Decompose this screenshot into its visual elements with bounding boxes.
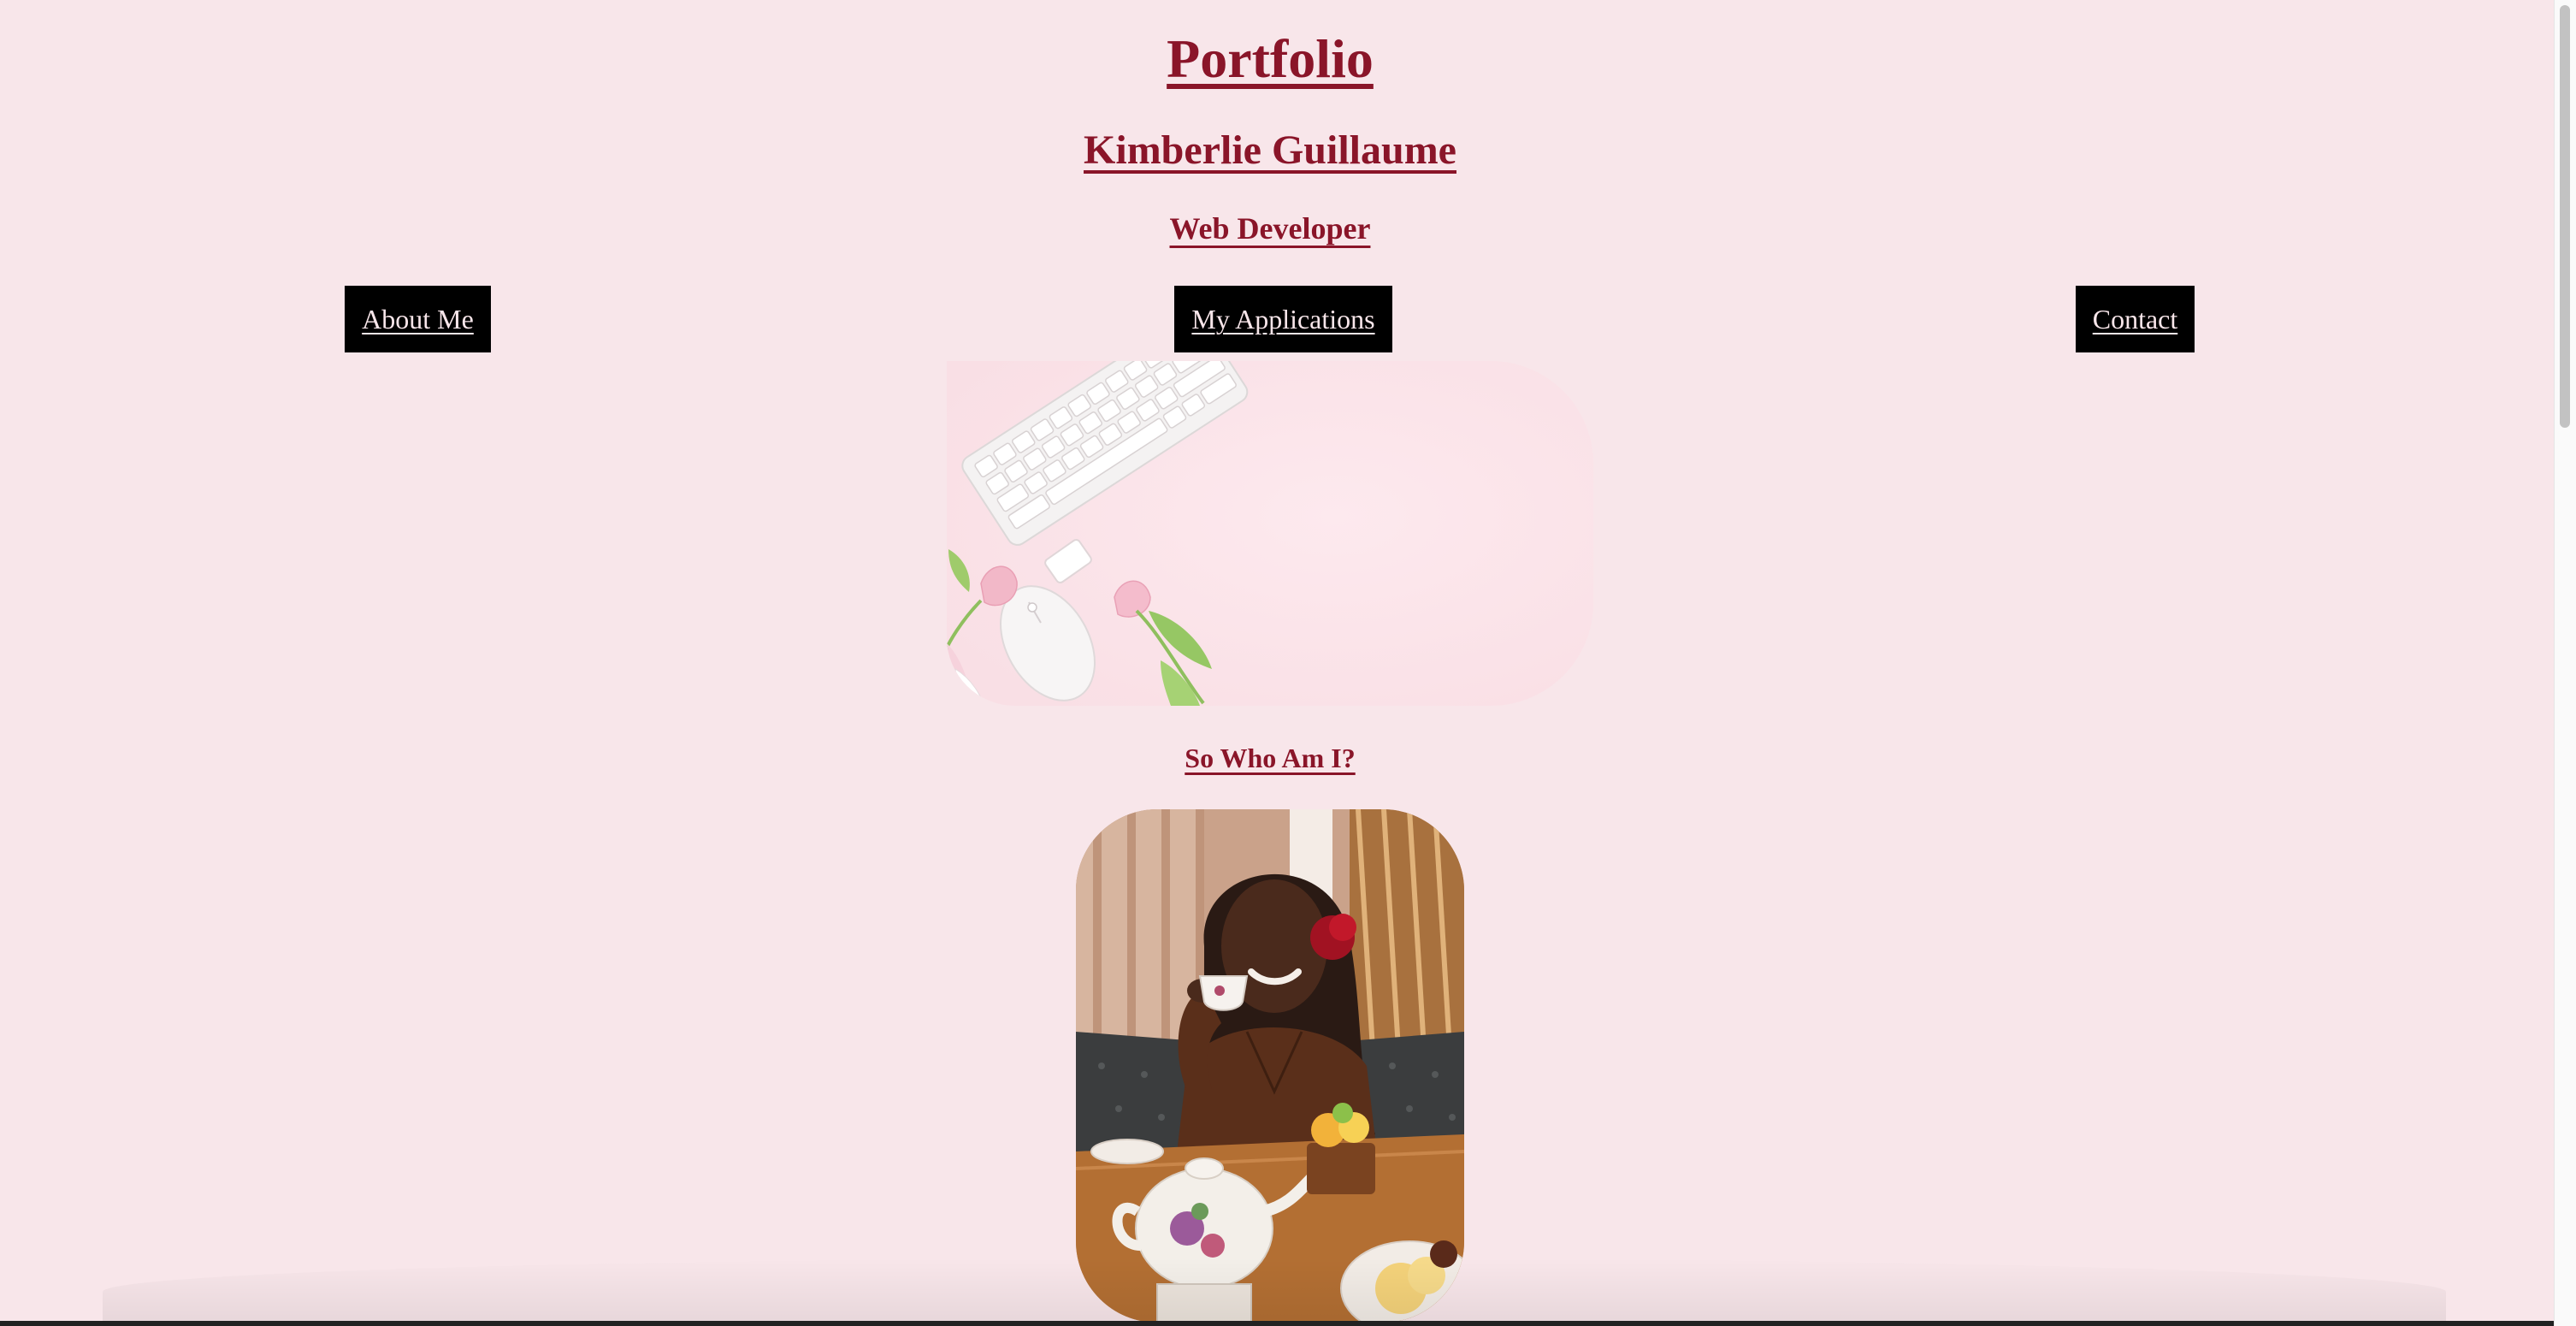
hero-image [947, 361, 1593, 706]
scrollbar-thumb[interactable] [2560, 5, 2570, 428]
nav-applications-button[interactable]: My Applications [1174, 286, 1392, 352]
page-title: Portfolio [1167, 28, 1374, 89]
about-heading: So Who Am I? [1185, 743, 1356, 773]
nav-contact-button[interactable]: Contact [2076, 286, 2195, 352]
page: Portfolio Kimberlie Guillaume Web Develo… [0, 0, 2576, 1326]
main-content: Portfolio Kimberlie Guillaume Web Develo… [0, 0, 2554, 1326]
owner-role: Web Developer [1169, 211, 1371, 246]
profile-photo [1076, 809, 1464, 1323]
bottom-shadow [103, 1258, 2446, 1326]
owner-name: Kimberlie Guillaume [1084, 127, 1456, 173]
nav-about-button[interactable]: About Me [345, 286, 491, 352]
window-bottom-edge [0, 1321, 2554, 1326]
